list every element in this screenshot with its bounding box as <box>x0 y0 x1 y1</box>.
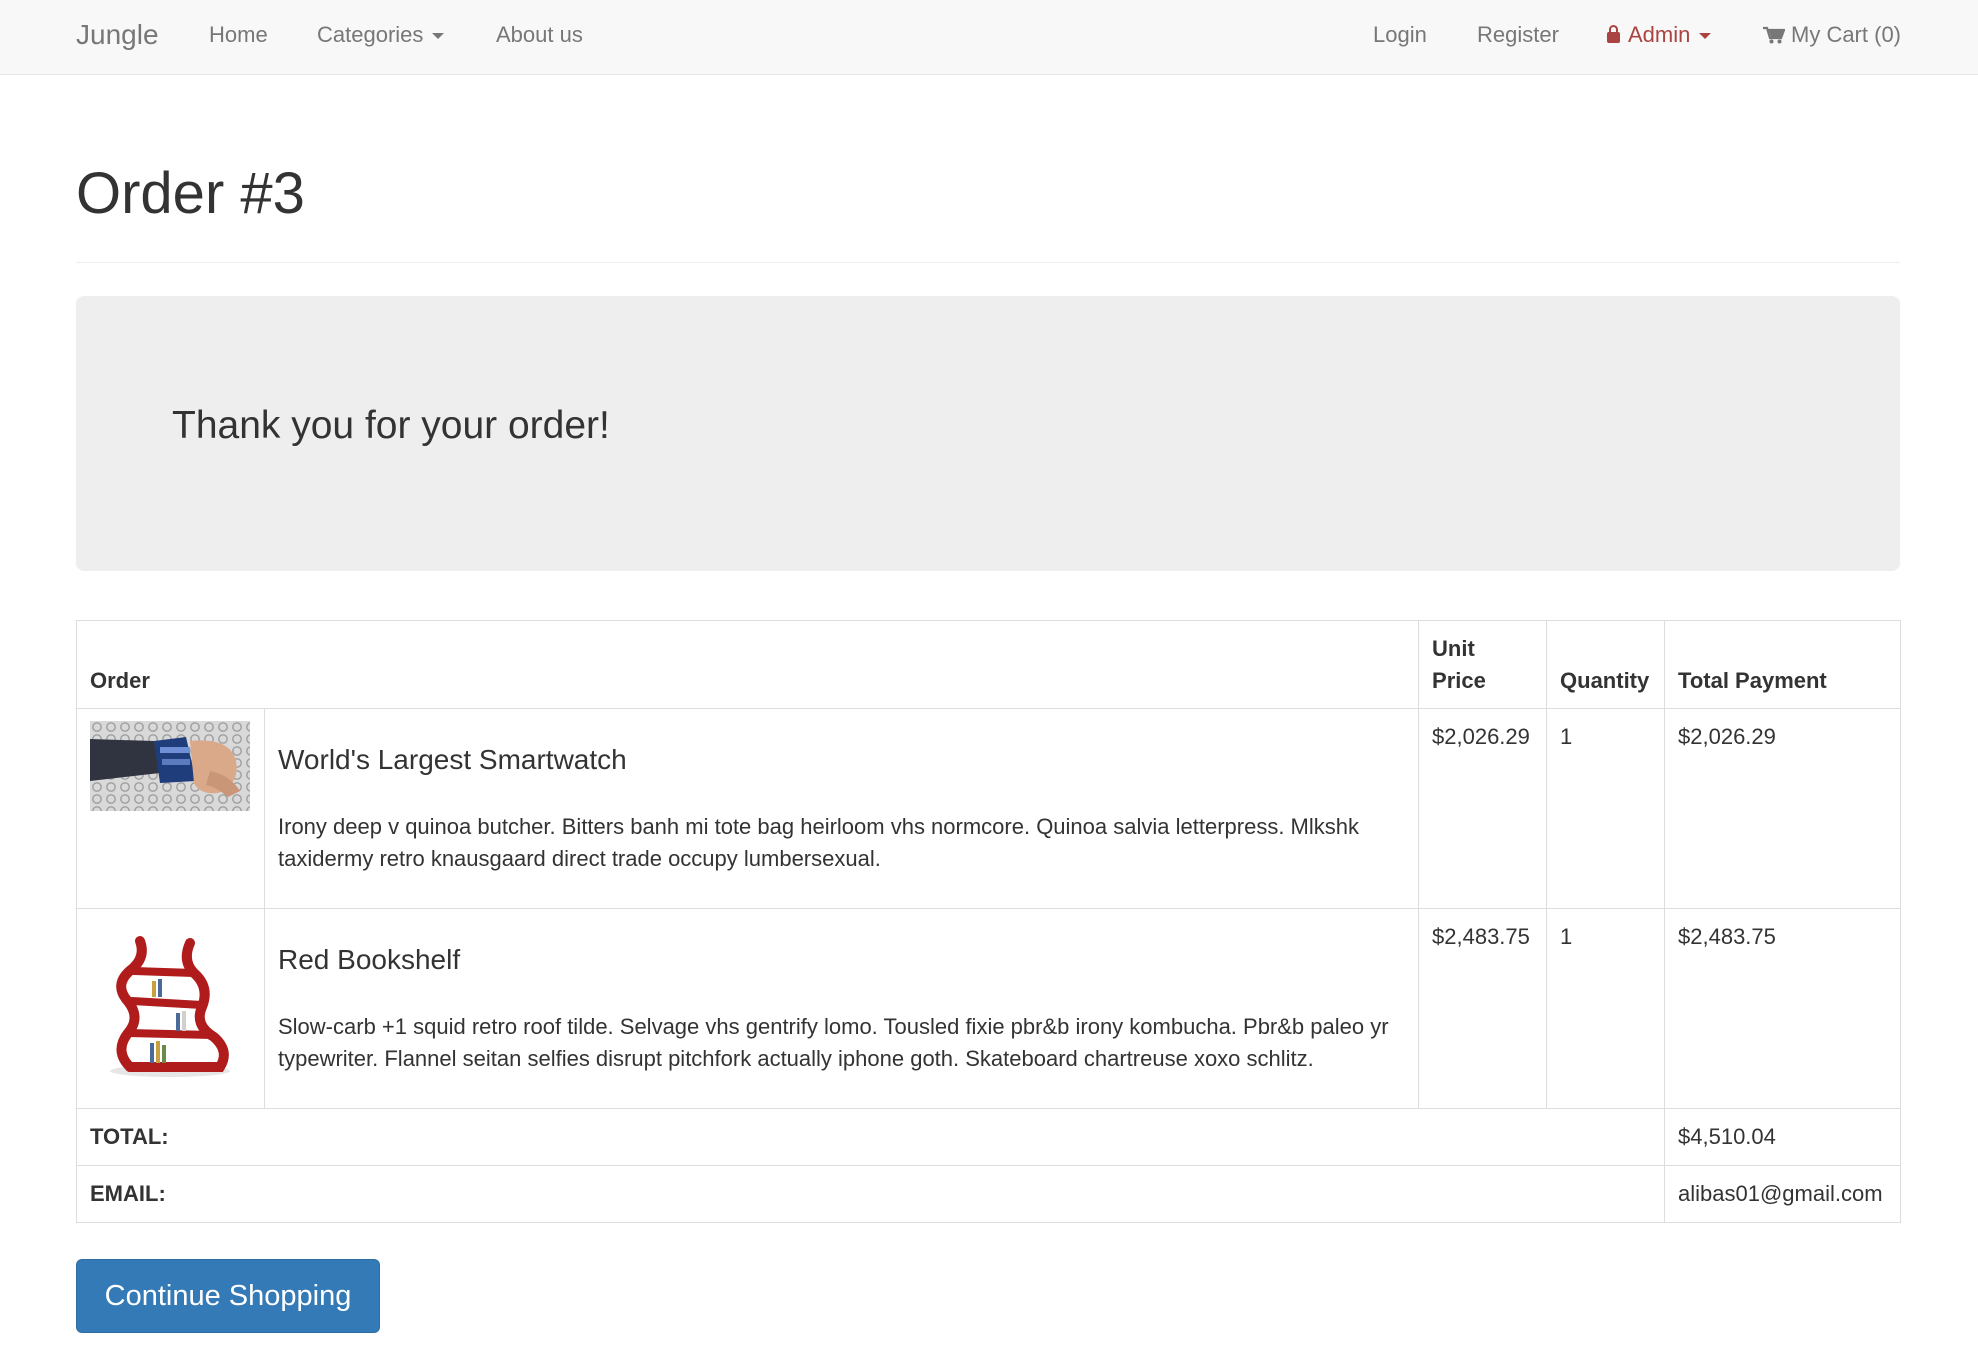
total-row: TOTAL: $4,510.04 <box>75 1108 1902 1166</box>
product-description: Slow-carb +1 squid retro roof tilde. Sel… <box>278 1014 1389 1071</box>
order-table: Order Unit Price Quantity Total Payment <box>75 620 1902 1223</box>
email-value: alibas01@gmail.com <box>1664 1165 1902 1223</box>
nav-about-link[interactable]: About us <box>496 0 583 75</box>
my-cart-label: My Cart (0) <box>1791 22 1901 47</box>
product-description: Irony deep v quinoa butcher. Bitters ban… <box>278 814 1359 871</box>
thank-you-banner: Thank you for your order! <box>76 296 1900 571</box>
line-total-cell: $2,483.75 <box>1664 908 1902 1109</box>
register-link[interactable]: Register <box>1477 0 1559 75</box>
quantity-cell: 1 <box>1546 908 1666 1109</box>
top-navbar: Jungle Home Categories About us Login Re… <box>0 0 1978 75</box>
product-image-cell <box>76 908 265 1109</box>
product-name[interactable]: Red Bookshelf <box>278 943 1405 977</box>
nav-home-link[interactable]: Home <box>209 0 268 75</box>
thank-you-message: Thank you for your order! <box>172 404 610 447</box>
cart-icon <box>1763 26 1785 44</box>
continue-shopping-button[interactable]: Continue Shopping <box>76 1259 380 1333</box>
email-row: EMAIL: alibas01@gmail.com <box>75 1165 1902 1223</box>
header-order: Order <box>75 620 1420 709</box>
unit-price-cell: $2,026.29 <box>1418 708 1548 909</box>
line-total-cell: $2,026.29 <box>1664 708 1902 909</box>
total-value: $4,510.04 <box>1664 1108 1902 1166</box>
total-label: TOTAL: <box>75 1108 1666 1166</box>
table-header-row: Order Unit Price Quantity Total Payment <box>75 620 1902 709</box>
email-label: EMAIL: <box>75 1165 1666 1223</box>
brand-link[interactable]: Jungle <box>76 0 159 75</box>
title-divider <box>76 262 1900 263</box>
nav-categories-dropdown[interactable]: Categories <box>317 0 445 75</box>
admin-dropdown[interactable]: Admin <box>1607 0 1712 75</box>
chevron-down-icon <box>432 33 445 40</box>
unit-price-cell: $2,483.75 <box>1418 908 1548 1109</box>
page-title: Order #3 <box>76 161 305 226</box>
lock-icon <box>1607 25 1620 43</box>
my-cart-link[interactable]: My Cart (0) <box>1763 0 1901 75</box>
header-quantity: Quantity <box>1546 620 1666 709</box>
nav-categories-label: Categories <box>317 22 424 47</box>
login-link[interactable]: Login <box>1373 0 1427 75</box>
product-name[interactable]: World's Largest Smartwatch <box>278 743 1405 777</box>
chevron-down-icon <box>1699 33 1712 40</box>
admin-label: Admin <box>1628 22 1691 47</box>
red-bookshelf-image <box>110 936 230 1077</box>
product-image-cell <box>76 708 265 909</box>
quantity-cell: 1 <box>1546 708 1666 909</box>
product-details-cell: Red Bookshelf Slow-carb +1 squid retro r… <box>263 908 1420 1109</box>
product-details-cell: World's Largest Smartwatch Irony deep v … <box>263 708 1420 909</box>
header-total-payment: Total Payment <box>1664 620 1902 709</box>
header-unit-price: Unit Price <box>1418 620 1548 709</box>
table-row: World's Largest Smartwatch Irony deep v … <box>76 708 1902 909</box>
smartwatch-image <box>90 721 250 811</box>
table-row: Red Bookshelf Slow-carb +1 squid retro r… <box>76 908 1902 1109</box>
